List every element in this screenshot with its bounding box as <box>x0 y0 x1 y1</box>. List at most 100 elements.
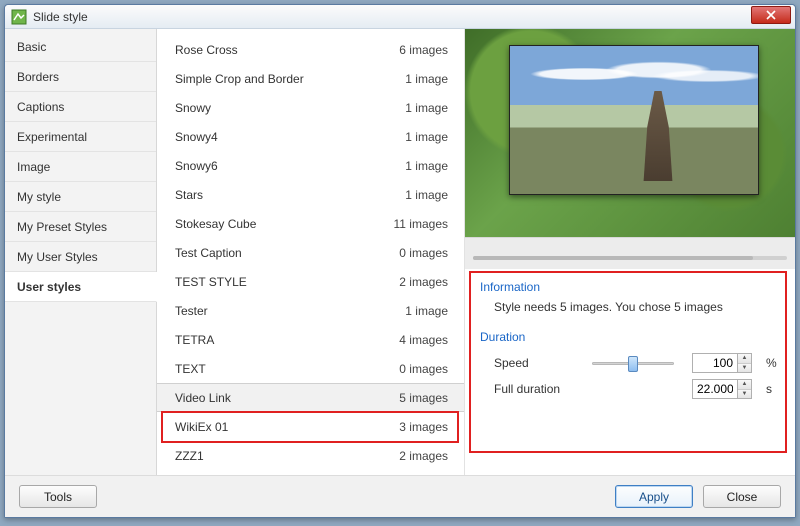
style-name: Tester <box>175 304 405 318</box>
style-count: 11 images <box>394 217 448 231</box>
speed-label: Speed <box>494 356 584 370</box>
information-message: Style needs 5 images. You chose 5 images <box>480 300 780 322</box>
speed-unit: % <box>766 356 780 370</box>
full-duration-spin-buttons: ▲ ▼ <box>738 379 752 399</box>
style-name: TETRA <box>175 333 399 347</box>
style-item[interactable]: ZZZ12 images <box>157 441 464 470</box>
spin-up-icon[interactable]: ▲ <box>738 380 751 390</box>
preview-sky <box>510 54 758 94</box>
style-name: Stokesay Cube <box>175 217 394 231</box>
close-button[interactable] <box>751 6 791 24</box>
category-item[interactable]: Borders <box>5 62 156 92</box>
duration-group: Duration Speed ▲ ▼ <box>479 329 781 403</box>
style-count: 5 images <box>399 391 448 405</box>
style-item[interactable]: TETRA4 images <box>157 325 464 354</box>
style-list-inner[interactable]: Rose Cross6 imagesSimple Crop and Border… <box>157 29 464 475</box>
dialog-body: BasicBordersCaptionsExperimentalImageMy … <box>5 29 795 517</box>
style-count: 1 image <box>405 130 448 144</box>
content-area: BasicBordersCaptionsExperimentalImageMy … <box>5 29 795 475</box>
information-heading: Information <box>480 280 780 294</box>
style-count: 4 images <box>399 333 448 347</box>
category-item[interactable]: Experimental <box>5 122 156 152</box>
style-name: Snowy <box>175 101 405 115</box>
style-name: TEST STYLE <box>175 275 399 289</box>
app-icon <box>11 9 27 25</box>
titlebar[interactable]: Slide style <box>5 5 795 29</box>
spin-up-icon[interactable]: ▲ <box>738 354 751 364</box>
style-item[interactable]: WikiEx 013 images <box>157 412 464 441</box>
information-group: Information Style needs 5 images. You ch… <box>479 279 781 323</box>
style-count: 2 images <box>399 449 448 463</box>
style-count: 0 images <box>399 246 448 260</box>
style-name: ZZZ1 <box>175 449 399 463</box>
style-item[interactable]: Snowy61 image <box>157 151 464 180</box>
category-sidebar: BasicBordersCaptionsExperimentalImageMy … <box>5 29 157 475</box>
full-duration-unit: s <box>766 382 780 396</box>
style-name: WikiEx 01 <box>175 420 399 434</box>
preview-pane: Information Style needs 5 images. You ch… <box>465 29 795 475</box>
category-item[interactable]: My User Styles <box>5 242 156 272</box>
style-name: Snowy6 <box>175 159 405 173</box>
spin-down-icon[interactable]: ▼ <box>738 390 751 399</box>
full-duration-row: Full duration ▲ ▼ s <box>480 376 780 402</box>
style-item[interactable]: Simple Crop and Border1 image <box>157 64 464 93</box>
style-item[interactable]: TEST STYLE2 images <box>157 267 464 296</box>
style-item[interactable]: Test Caption0 images <box>157 238 464 267</box>
dialog-footer: Tools Apply Close <box>5 475 795 517</box>
slider-thumb[interactable] <box>628 356 638 372</box>
full-duration-label: Full duration <box>494 382 584 396</box>
speed-row: Speed ▲ ▼ <box>480 350 780 376</box>
style-count: 1 image <box>405 188 448 202</box>
info-pane: Information Style needs 5 images. You ch… <box>465 269 795 475</box>
full-duration-spinner: ▲ ▼ <box>692 379 752 399</box>
style-list: Rose Cross6 imagesSimple Crop and Border… <box>157 29 465 475</box>
category-item[interactable]: Captions <box>5 92 156 122</box>
speed-input[interactable] <box>692 353 738 373</box>
category-item[interactable]: User styles <box>5 272 157 302</box>
close-icon <box>766 10 776 20</box>
speed-spin-buttons: ▲ ▼ <box>738 353 752 373</box>
style-item[interactable]: TEXT0 images <box>157 354 464 383</box>
style-name: TEXT <box>175 362 399 376</box>
style-name: Simple Crop and Border <box>175 72 405 86</box>
style-item[interactable]: Video Link5 images <box>157 383 464 412</box>
style-count: 1 image <box>405 304 448 318</box>
speed-spinner: ▲ ▼ <box>692 353 752 373</box>
category-item[interactable]: My Preset Styles <box>5 212 156 242</box>
style-count: 0 images <box>399 362 448 376</box>
window-title: Slide style <box>33 10 88 24</box>
tools-button[interactable]: Tools <box>19 485 97 508</box>
style-name: Test Caption <box>175 246 399 260</box>
style-count: 6 images <box>399 43 448 57</box>
style-item[interactable]: Tester1 image <box>157 296 464 325</box>
close-dialog-button[interactable]: Close <box>703 485 781 508</box>
style-count: 1 image <box>405 159 448 173</box>
style-item[interactable]: Snowy1 image <box>157 93 464 122</box>
preview-photo <box>509 45 759 195</box>
style-count: 2 images <box>399 275 448 289</box>
preview-image <box>465 29 795 237</box>
duration-heading: Duration <box>480 330 780 344</box>
timeline-progress <box>473 256 753 260</box>
speed-slider[interactable] <box>592 354 674 372</box>
style-name: Stars <box>175 188 405 202</box>
style-count: 1 image <box>405 72 448 86</box>
style-item[interactable]: Stokesay Cube11 images <box>157 209 464 238</box>
style-name: Video Link <box>175 391 399 405</box>
style-item[interactable]: Snowy41 image <box>157 122 464 151</box>
style-count: 1 image <box>405 101 448 115</box>
style-name: Snowy4 <box>175 130 405 144</box>
style-item[interactable]: Rose Cross6 images <box>157 35 464 64</box>
category-item[interactable]: Basic <box>5 32 156 62</box>
style-item[interactable]: Stars1 image <box>157 180 464 209</box>
category-item[interactable]: My style <box>5 182 156 212</box>
style-name: Rose Cross <box>175 43 399 57</box>
apply-button[interactable]: Apply <box>615 485 693 508</box>
category-item[interactable]: Image <box>5 152 156 182</box>
preview-timeline[interactable] <box>465 237 795 269</box>
full-duration-input[interactable] <box>692 379 738 399</box>
spin-down-icon[interactable]: ▼ <box>738 364 751 373</box>
slide-style-dialog: Slide style BasicBordersCaptionsExperime… <box>4 4 796 518</box>
preview-cairn <box>640 91 676 181</box>
style-count: 3 images <box>399 420 448 434</box>
